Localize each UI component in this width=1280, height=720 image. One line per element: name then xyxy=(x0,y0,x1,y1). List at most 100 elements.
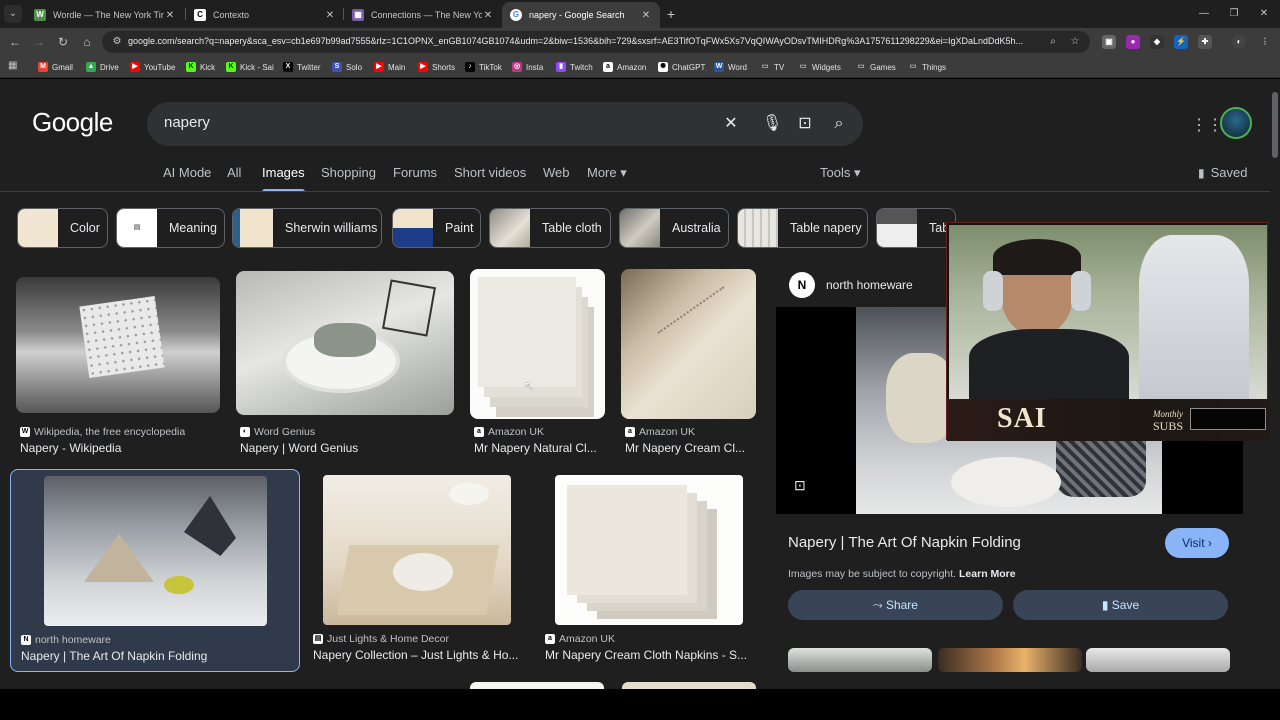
tab-ai-mode[interactable]: AI Mode xyxy=(163,165,211,180)
close-icon[interactable]: ✕ xyxy=(482,10,494,21)
result-image-partial[interactable] xyxy=(622,682,756,689)
bookmark-insta[interactable]: ◎ Insta xyxy=(512,60,543,74)
related-image[interactable] xyxy=(1086,648,1230,672)
tab-images[interactable]: Images xyxy=(262,165,305,192)
bookmark-shorts[interactable]: ▶ Shorts xyxy=(418,60,455,74)
bookmark-twitch[interactable]: ▮ Twitch xyxy=(556,60,593,74)
tab-contexto[interactable]: C Contexto ✕ xyxy=(186,2,344,28)
bookmark-kick[interactable]: K Kick xyxy=(186,60,215,74)
chip-sherwin-williams[interactable]: Sherwin williams xyxy=(232,208,382,248)
microphone-icon[interactable]: 🎙 xyxy=(762,114,782,134)
tab-wordle[interactable]: W Wordle — The New York Times ✕ xyxy=(26,2,184,28)
extension-icon[interactable]: ● xyxy=(1126,35,1140,49)
image-result[interactable]: a Amazon UK Mr Napery Cream Cl... xyxy=(621,269,757,461)
bookmark-youtube[interactable]: ▶ YouTube xyxy=(130,60,175,74)
chip-paint[interactable]: Paint xyxy=(392,208,481,248)
window-close-icon[interactable]: ✕ xyxy=(1256,6,1272,22)
image-result[interactable]: ◐ Word Genius Napery | Word Genius xyxy=(236,271,456,461)
result-image[interactable] xyxy=(44,476,267,626)
tools-button[interactable]: Tools ▾ xyxy=(820,165,861,181)
result-image[interactable] xyxy=(16,277,220,413)
extension-icon[interactable]: ⚡ xyxy=(1174,35,1188,49)
scrollbar-thumb[interactable] xyxy=(1272,92,1278,158)
bookmark-folder-games[interactable]: ▭ Games xyxy=(856,60,896,74)
home-icon[interactable]: ⌂ xyxy=(78,33,96,51)
result-caption[interactable]: Mr Napery Natural Cl... xyxy=(474,441,604,455)
result-caption[interactable]: Napery - Wikipedia xyxy=(20,441,220,455)
result-caption[interactable]: Napery Collection – Just Lights & Ho... xyxy=(313,648,528,662)
result-caption[interactable]: Mr Napery Cream Cloth Napkins - S... xyxy=(545,648,753,662)
bookmark-main[interactable]: ▶ Main xyxy=(374,60,405,74)
tab-all[interactable]: All xyxy=(227,165,241,180)
result-image[interactable] xyxy=(621,269,756,419)
preview-title[interactable]: Napery | The Art Of Napkin Folding xyxy=(788,534,1021,551)
result-caption[interactable]: Napery | Word Genius xyxy=(240,441,454,455)
google-logo[interactable]: Google xyxy=(32,107,113,138)
bookmark-chatgpt[interactable]: ✺ ChatGPT xyxy=(658,60,705,74)
share-button[interactable]: ⤳ Share xyxy=(788,590,1003,620)
chip-table-napery[interactable]: Table napery xyxy=(737,208,868,248)
visit-button[interactable]: Visit › xyxy=(1165,528,1229,558)
scrollbar[interactable] xyxy=(1270,82,1280,686)
tab-search-icon[interactable]: ⌄ xyxy=(4,5,22,23)
preview-site-name[interactable]: north homeware xyxy=(826,278,913,292)
tab-google-search[interactable]: G napery - Google Search ✕ xyxy=(502,2,660,28)
result-image[interactable] xyxy=(236,271,454,415)
result-image[interactable] xyxy=(323,475,511,625)
tab-web[interactable]: Web xyxy=(543,165,570,180)
zoom-icon[interactable]: ⌕ xyxy=(1046,35,1060,49)
site-info-icon[interactable]: ⚙ xyxy=(110,35,124,49)
chip-table-cloth[interactable]: Table cloth xyxy=(489,208,611,248)
save-button[interactable]: ▮ Save xyxy=(1013,590,1228,620)
bookmark-twitter[interactable]: X Twitter xyxy=(283,60,321,74)
bookmark-tiktok[interactable]: ♪ TikTok xyxy=(465,60,502,74)
bookmark-folder-widgets[interactable]: ▭ Widgets xyxy=(798,60,841,74)
result-image[interactable] xyxy=(555,475,743,625)
address-bar[interactable]: ⚙ google.com/search?q=napery&sca_esv=cb1… xyxy=(102,31,1090,53)
result-image[interactable] xyxy=(470,269,605,419)
clear-icon[interactable]: ✕ xyxy=(721,114,741,134)
lens-search-icon[interactable]: ⊡ xyxy=(794,477,812,495)
menu-kebab-icon[interactable]: ⋮ xyxy=(1258,35,1272,49)
bookmark-solo[interactable]: S Solo xyxy=(332,60,362,74)
tab-shopping[interactable]: Shopping xyxy=(321,165,376,180)
search-icon[interactable]: ⌕ xyxy=(829,114,849,134)
image-result[interactable]: a Amazon UK Mr Napery Cream Cloth Napkins… xyxy=(545,475,760,671)
extensions-puzzle-icon[interactable]: ✚ xyxy=(1198,35,1212,49)
chip-color[interactable]: Color xyxy=(17,208,108,248)
tab-more[interactable]: More ▾ xyxy=(587,165,627,181)
forward-arrow-icon[interactable]: → xyxy=(30,33,48,51)
saved-button[interactable]: ▮ Saved xyxy=(1198,165,1247,180)
tab-short-videos[interactable]: Short videos xyxy=(454,165,526,180)
profile-icon[interactable]: ◐ xyxy=(1232,35,1246,49)
tab-connections[interactable]: ▦ Connections — The New York Times ✕ xyxy=(344,2,502,28)
result-caption[interactable]: Napery | The Art Of Napkin Folding xyxy=(21,649,291,663)
back-arrow-icon[interactable]: ← xyxy=(6,33,24,51)
image-result[interactable]: a Amazon UK Mr Napery Natural Cl... xyxy=(470,269,606,461)
bookmark-gmail[interactable]: M Gmail xyxy=(38,60,73,74)
related-image[interactable] xyxy=(788,648,932,672)
apps-grid-icon[interactable]: ▦ xyxy=(8,60,20,72)
close-icon[interactable]: ✕ xyxy=(324,10,336,21)
chip-meaning[interactable]: ▤ Meaning xyxy=(116,208,225,248)
extension-icon[interactable]: ◆ xyxy=(1150,35,1164,49)
result-image-partial[interactable] xyxy=(470,682,604,689)
bookmark-kick-sai[interactable]: K Kick - Sai xyxy=(226,60,274,74)
minimize-icon[interactable]: — xyxy=(1196,6,1212,22)
chip-tab[interactable]: Tab xyxy=(876,208,956,248)
extension-icon[interactable]: ▣ xyxy=(1102,35,1116,49)
image-result[interactable]: W Wikipedia, the free encyclopedia Napery… xyxy=(16,271,222,461)
bookmark-amazon[interactable]: a Amazon xyxy=(603,60,646,74)
new-tab-plus-icon[interactable]: + xyxy=(664,5,678,23)
result-caption[interactable]: Mr Napery Cream Cl... xyxy=(625,441,755,455)
image-result-selected[interactable]: Nnorth homeware Napery | The Art Of Napk… xyxy=(10,469,300,672)
bookmark-star-icon[interactable]: ☆ xyxy=(1068,35,1082,49)
bookmark-word[interactable]: W Word xyxy=(714,60,747,74)
avatar[interactable] xyxy=(1220,107,1252,139)
close-icon[interactable]: ✕ xyxy=(640,10,652,21)
tab-forums[interactable]: Forums xyxy=(393,165,437,180)
reload-icon[interactable]: ↻ xyxy=(54,33,72,51)
learn-more-link[interactable]: Learn More xyxy=(959,568,1016,580)
chip-australia[interactable]: Australia xyxy=(619,208,729,248)
related-image[interactable] xyxy=(938,648,1082,672)
